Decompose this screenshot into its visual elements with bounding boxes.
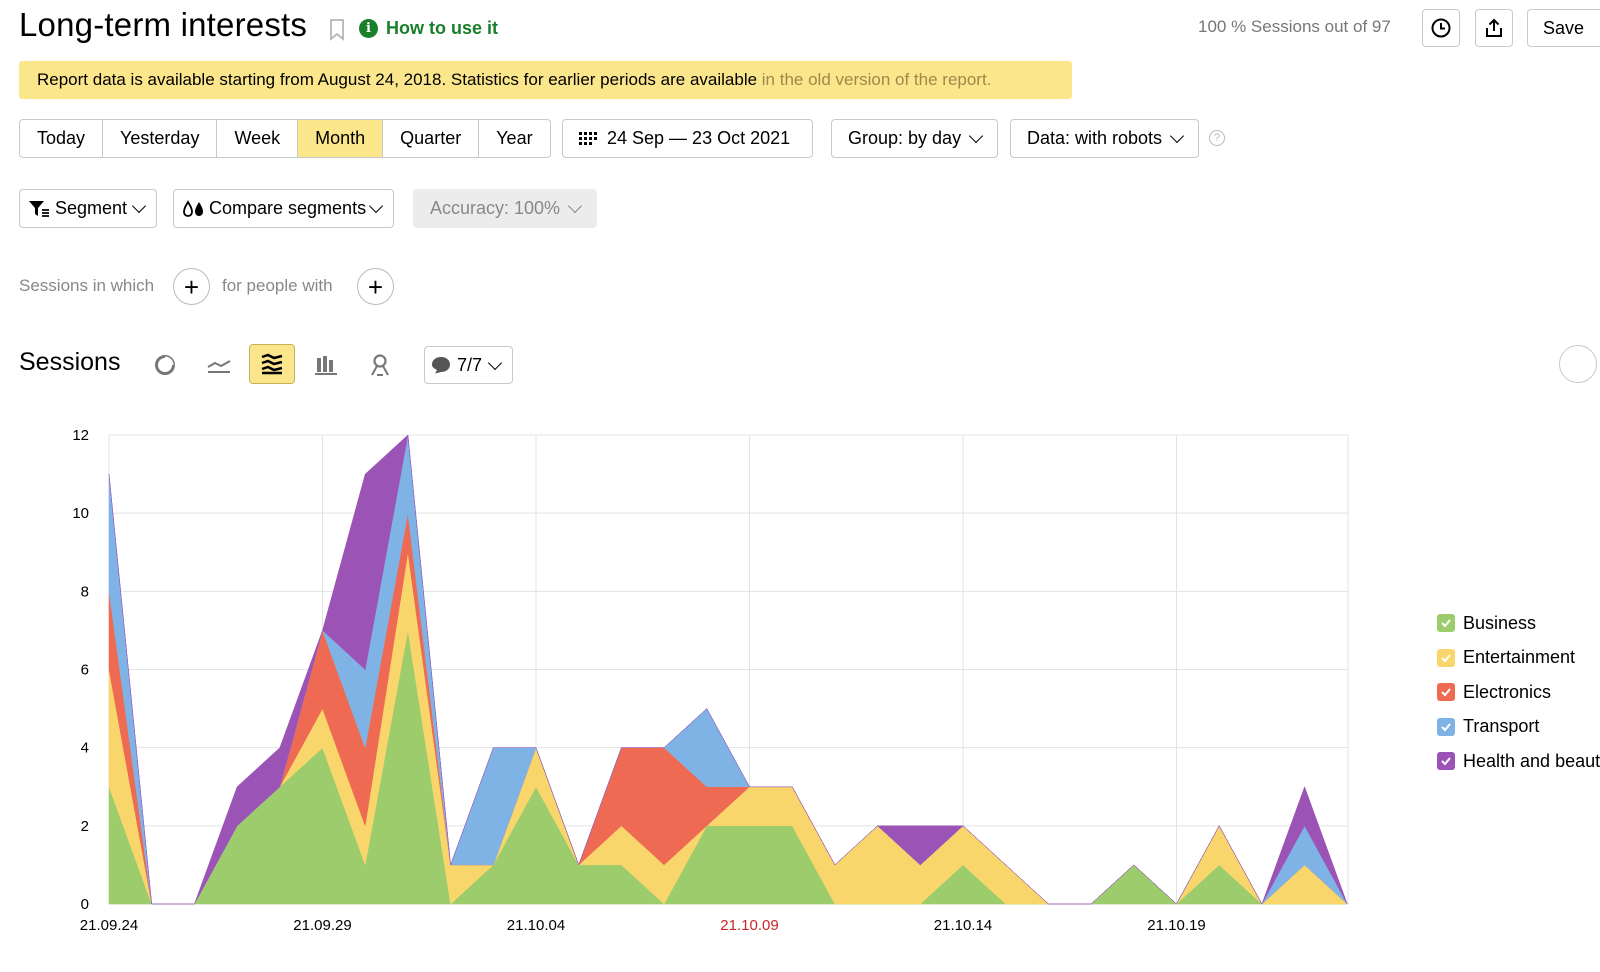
legend-label: Entertainment [1463, 647, 1576, 668]
share-icon [1486, 18, 1502, 37]
legend-label: Electronics [1463, 681, 1552, 702]
x-tick-label: 21.09.24 [80, 917, 138, 934]
checkbox-icon[interactable] [1437, 614, 1455, 633]
y-tick-label: 8 [81, 583, 89, 600]
y-tick-label: 2 [81, 818, 89, 835]
legend-item[interactable]: Business [1437, 606, 1600, 641]
sessions-chart: 0 2 4 6 8 10 12 21.09.24 21.09.29 21.10.04 21.10.0… [72, 427, 1349, 934]
checkbox-icon[interactable] [1437, 717, 1455, 736]
y-tick-label: 6 [81, 662, 89, 679]
history-button[interactable] [1422, 9, 1460, 47]
x-tick-label: 21.10.04 [507, 917, 565, 934]
checkbox-icon[interactable] [1437, 683, 1455, 702]
chart-legend: Business Entertainment Electronics Transpor… [1437, 606, 1600, 779]
y-tick-label: 4 [81, 740, 89, 757]
legend-item[interactable]: Entertainment [1437, 641, 1600, 676]
x-tick-label: 21.10.14 [934, 917, 992, 934]
legend-label: Health and beauty [1463, 750, 1600, 771]
checkbox-icon[interactable] [1437, 752, 1455, 771]
x-tick-label: 21.10.19 [1147, 917, 1205, 934]
checkbox-icon[interactable] [1437, 648, 1455, 667]
legend-label: Transport [1463, 716, 1540, 737]
collapse-panel-button[interactable] [1559, 345, 1597, 383]
y-tick-label: 0 [81, 896, 89, 913]
x-tick-label: 21.09.29 [293, 917, 351, 934]
legend-item[interactable]: Health and beauty [1437, 744, 1600, 779]
legend-item[interactable]: Electronics [1437, 675, 1600, 710]
x-tick-label: 21.10.09 [720, 917, 778, 934]
export-button[interactable] [1475, 9, 1513, 47]
save-button[interactable]: Save [1527, 9, 1600, 47]
y-tick-label: 12 [72, 427, 89, 444]
clock-icon [1431, 18, 1451, 38]
legend-item[interactable]: Transport [1437, 710, 1600, 745]
y-tick-label: 10 [72, 505, 89, 522]
legend-label: Business [1463, 612, 1537, 633]
